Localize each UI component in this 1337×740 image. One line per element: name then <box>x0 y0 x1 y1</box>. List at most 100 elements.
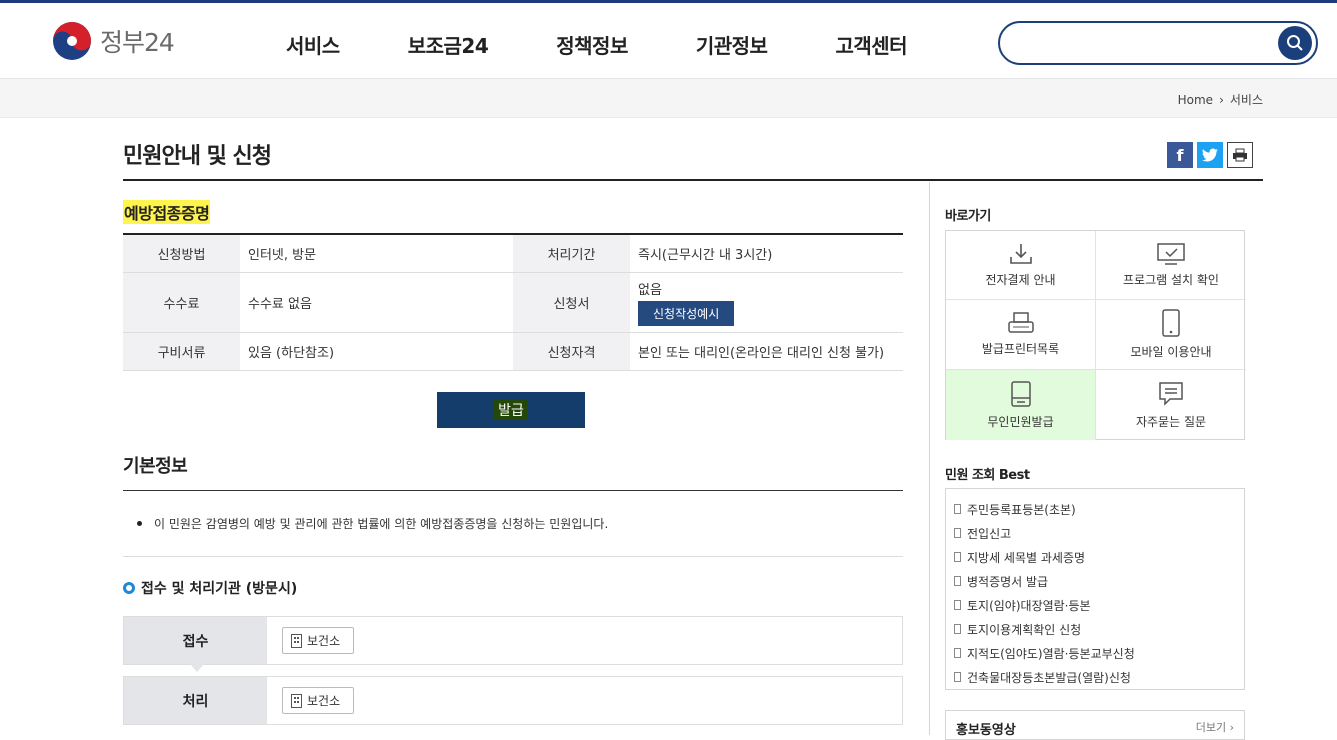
process-title-text: 접수 및 처리기관 (방문시) <box>141 581 298 597</box>
quick-link-printer-list[interactable]: 발급프린터목록 <box>946 300 1096 370</box>
best-item[interactable]: 토지(임야)대장열람·등본 <box>954 593 1244 617</box>
apply-method-value: 인터넷, 방문 <box>240 234 513 273</box>
best-item-label: 건축물대장등초본발급(열람)신청 <box>967 670 1131 685</box>
best-item-label: 전입신고 <box>967 526 1012 541</box>
nav-agency[interactable]: 기관정보 <box>696 30 768 59</box>
quick-link-mobile[interactable]: 모바일 이용안내 <box>1096 300 1246 370</box>
quick-link-faq[interactable]: 자주묻는 질문 <box>1096 370 1246 440</box>
quick-link-kiosk[interactable]: 무인민원발급 <box>946 370 1096 440</box>
best-list: 주민등록표등본(초본) 전입신고 지방세 세목별 과세증명 병적증명서 발급 토… <box>945 488 1245 690</box>
search-box <box>998 21 1318 65</box>
best-item-label: 주민등록표등본(초본) <box>967 502 1076 517</box>
promo-title: 홍보동영상 <box>956 723 1016 738</box>
best-item[interactable]: 토지이용계획확인 신청 <box>954 617 1244 641</box>
breadcrumb-bar: Home › 서비스 <box>0 79 1337 118</box>
receive-org-button[interactable]: 보건소 <box>282 627 355 654</box>
divider <box>123 490 903 491</box>
twitter-icon[interactable] <box>1197 142 1223 168</box>
document-icon <box>954 672 961 682</box>
best-item-label: 토지(임야)대장열람·등본 <box>967 598 1091 613</box>
best-item[interactable]: 병적증명서 발급 <box>954 569 1244 593</box>
document-icon <box>954 528 961 538</box>
fee-label: 수수료 <box>123 272 240 333</box>
monitor-check-icon <box>1157 242 1185 265</box>
eligibility-label: 신청자격 <box>513 332 630 371</box>
best-item[interactable]: 전입신고 <box>954 521 1244 545</box>
period-value: 즉시(근무시간 내 3시간) <box>630 234 903 273</box>
breadcrumb-home[interactable]: Home <box>1178 93 1213 107</box>
document-icon <box>954 648 961 658</box>
apply-method-label: 신청방법 <box>123 234 240 273</box>
quick-link-label: 무인민원발급 <box>987 414 1054 429</box>
handle-org-button[interactable]: 보건소 <box>282 687 355 714</box>
sidebar-divider <box>929 182 930 735</box>
search-input[interactable] <box>1016 23 1276 61</box>
kiosk-icon <box>1010 380 1031 407</box>
quick-link-label: 발급프린터목록 <box>981 342 1060 356</box>
basic-info-title: 기본정보 <box>123 456 188 477</box>
handle-label-text: 처리 <box>182 693 209 710</box>
receive-label: 접수 <box>124 617 267 672</box>
handle-label: 처리 <box>124 677 267 724</box>
process-title: 접수 및 처리기관 (방문시) <box>123 578 297 598</box>
document-icon <box>954 624 961 634</box>
nav-customer[interactable]: 고객센터 <box>835 30 907 59</box>
form-value: 없음 <box>638 282 662 298</box>
divider <box>123 556 903 557</box>
nav-service[interactable]: 서비스 <box>286 30 340 59</box>
bullet-icon <box>137 521 142 526</box>
document-icon <box>954 552 961 562</box>
docs-label: 구비서류 <box>123 332 240 371</box>
facebook-icon[interactable]: f <box>1167 142 1193 168</box>
breadcrumb: Home › 서비스 <box>1178 91 1263 108</box>
basic-info-description: 이 민원은 감염병의 예방 및 관리에 관한 법률에 의한 예방접종증명을 신청… <box>137 515 608 532</box>
best-item-label: 토지이용계획확인 신청 <box>967 622 1082 637</box>
search-icon <box>1287 35 1303 51</box>
mobile-phone-icon <box>1162 309 1180 337</box>
best-item[interactable]: 건축물대장등초본발급(열람)신청 <box>954 665 1244 689</box>
quick-link-label: 모바일 이용안내 <box>1130 345 1212 359</box>
issue-button[interactable]: 발급 <box>437 392 585 428</box>
docs-value: 있음 (하단참조) <box>240 332 513 371</box>
best-item[interactable]: 지적도(임야도)열람·등본교부신청 <box>954 641 1244 665</box>
receive-label-text: 접수 <box>182 633 209 650</box>
description-text: 이 민원은 감염병의 예방 및 관리에 관한 법률에 의한 예방접종증명을 신청… <box>154 517 609 531</box>
print-icon[interactable] <box>1227 142 1253 168</box>
best-item-label: 지방세 세목별 과세증명 <box>967 550 1086 565</box>
quick-link-label: 전자결제 안내 <box>985 272 1056 287</box>
receive-row: 접수 보건소 <box>123 616 903 672</box>
chat-bubble-icon <box>1159 381 1183 406</box>
issue-button-label: 발급 <box>494 400 528 420</box>
quick-link-program-check[interactable]: 프로그램 설치 확인 <box>1096 231 1246 300</box>
best-item[interactable]: 지방세 세목별 과세증명 <box>954 545 1244 569</box>
form-cell: 없음 신청작성예시 <box>630 272 903 333</box>
logo-text: 정부24 <box>100 28 175 57</box>
period-label: 처리기간 <box>513 234 630 273</box>
main-nav: 서비스 보조금24 정책정보 기관정보 고객센터 <box>286 30 908 59</box>
circle-bullet-icon <box>123 582 135 594</box>
download-icon <box>1009 243 1032 264</box>
receive-org-text: 보건소 <box>307 634 341 648</box>
best-item-label: 병적증명서 발급 <box>967 574 1049 589</box>
promo-video-box: 홍보동영상 더보기 › <box>945 710 1245 740</box>
nav-subsidy[interactable]: 보조금24 <box>408 30 489 59</box>
nav-policy[interactable]: 정책정보 <box>556 30 628 59</box>
share-buttons: f <box>1167 142 1253 168</box>
best-title: 민원 조회 Best <box>945 468 1030 483</box>
best-item[interactable]: 주민등록표등본(초본) <box>954 497 1244 521</box>
page-title: 민원안내 및 신청 <box>123 144 272 169</box>
document-icon <box>954 576 961 586</box>
quick-links: 전자결제 안내 프로그램 설치 확인 발급프린터목록 모바일 이용안내 무인민원… <box>945 230 1246 440</box>
more-link[interactable]: 더보기 › <box>1196 719 1234 734</box>
form-example-button[interactable]: 신청작성예시 <box>638 300 735 326</box>
handle-row: 처리 보건소 <box>123 676 903 725</box>
search-button[interactable] <box>1278 26 1312 60</box>
handle-org-text: 보건소 <box>307 694 341 708</box>
document-icon <box>954 600 961 610</box>
best-item-label: 지적도(임야도)열람·등본교부신청 <box>967 646 1135 661</box>
quick-link-label: 자주묻는 질문 <box>1135 414 1207 429</box>
quick-link-payment[interactable]: 전자결제 안내 <box>946 231 1096 300</box>
breadcrumb-current[interactable]: 서비스 <box>1230 91 1263 108</box>
site-logo[interactable]: 정부24 <box>52 21 175 61</box>
down-arrow-icon <box>190 664 204 672</box>
